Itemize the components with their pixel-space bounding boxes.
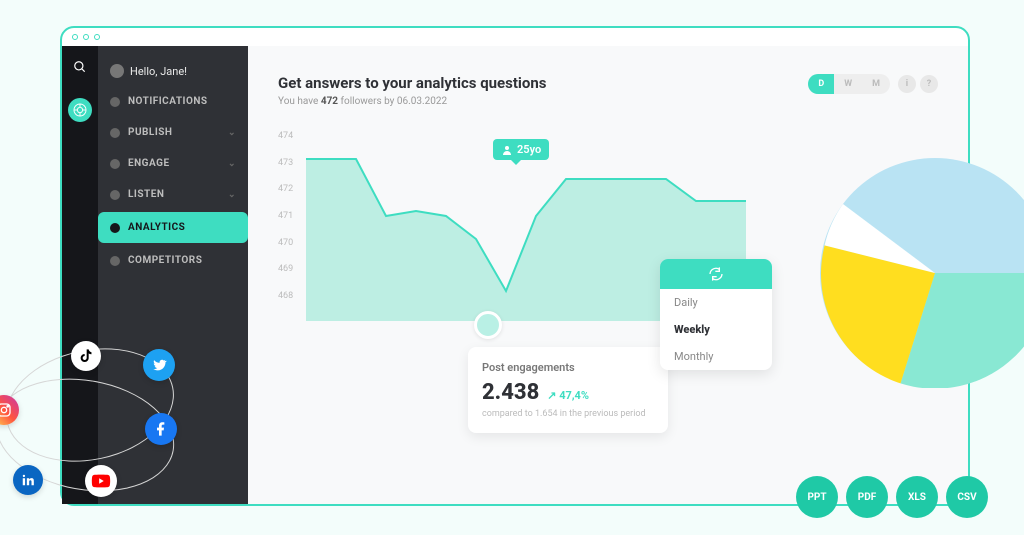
range-month[interactable]: M [862,74,890,94]
chart-data-point-icon [474,311,502,339]
export-csv-button[interactable]: CSV [946,476,988,518]
export-pdf-button[interactable]: PDF [846,476,888,518]
sidebar-item-label: COMPETITORS [128,255,202,266]
publish-icon [110,128,120,138]
listen-icon [110,190,120,200]
page-title: Get answers to your analytics questions [278,74,547,92]
search-icon[interactable] [73,60,87,78]
help-icon[interactable]: ? [920,75,938,93]
sidebar-item-label: NOTIFICATIONS [128,96,208,107]
refresh-icon[interactable] [660,259,772,289]
pie-chart [820,158,1024,388]
chevron-down-icon: ⌄ [228,190,236,200]
range-week[interactable]: W [834,74,862,94]
page-subtitle: You have 472 followers by 06.03.2022 [278,96,547,107]
linkedin-icon [13,465,43,495]
window-controls [62,28,968,46]
export-ppt-button[interactable]: PPT [796,476,838,518]
sidebar-item-label: ENGAGE [128,158,170,169]
sidebar-item-publish[interactable]: PUBLISH ⌄ [98,117,248,148]
sidebar-item-label: LISTEN [128,189,164,200]
sidebar-item-label: PUBLISH [128,127,172,138]
frequency-dropdown: Daily Weekly Monthly [660,259,772,370]
sidebar-item-analytics[interactable]: ANALYTICS [98,212,248,243]
window-dot [83,34,89,40]
sidebar-item-competitors[interactable]: COMPETITORS [98,245,248,276]
competitors-icon [110,256,120,266]
export-xls-button[interactable]: XLS [896,476,938,518]
sidebar-item-label: ANALYTICS [128,222,185,233]
freq-weekly[interactable]: Weekly [660,316,772,343]
bell-icon [110,97,120,107]
chevron-down-icon: ⌄ [228,128,236,138]
window-dot [94,34,100,40]
window-dot [72,34,78,40]
metric-card: Post engagements 2.438 ↗ 47,4% compared t… [468,347,668,433]
analytics-icon [110,223,120,233]
sidebar-item-listen[interactable]: LISTEN ⌄ [98,179,248,210]
sidebar-item-engage[interactable]: ENGAGE ⌄ [98,148,248,179]
info-icon[interactable]: i [898,75,916,93]
sidebar-item-notifications[interactable]: NOTIFICATIONS [98,86,248,117]
engage-icon [110,159,120,169]
metric-label: Post engagements [482,361,654,374]
person-icon [501,144,513,156]
range-day[interactable]: D [808,74,834,94]
main-panel: Get answers to your analytics questions … [248,46,968,504]
export-buttons: PPT PDF XLS CSV [796,476,988,518]
chevron-down-icon: ⌄ [228,159,236,169]
metric-compare: compared to 1.654 in the previous period [482,409,654,419]
y-axis-labels: 474 473 472 471 470 469 468 [278,131,293,301]
avatar-icon [110,64,124,78]
chart-tooltip: 25yo [493,139,549,160]
freq-monthly[interactable]: Monthly [660,343,772,370]
date-range-toggle: D W M [808,74,890,94]
metric-value: 2.438 [482,380,539,405]
metric-delta: ↗ 47,4% [547,389,589,402]
tiktok-icon [71,341,101,371]
greeting-text: Hello, Jane! [130,65,187,78]
facebook-icon [145,413,177,445]
freq-daily[interactable]: Daily [660,289,772,316]
youtube-icon [85,465,117,497]
social-icons-cluster [0,335,205,505]
twitter-icon [143,349,175,381]
greeting: Hello, Jane! [98,56,248,86]
app-logo-icon[interactable] [68,98,92,122]
